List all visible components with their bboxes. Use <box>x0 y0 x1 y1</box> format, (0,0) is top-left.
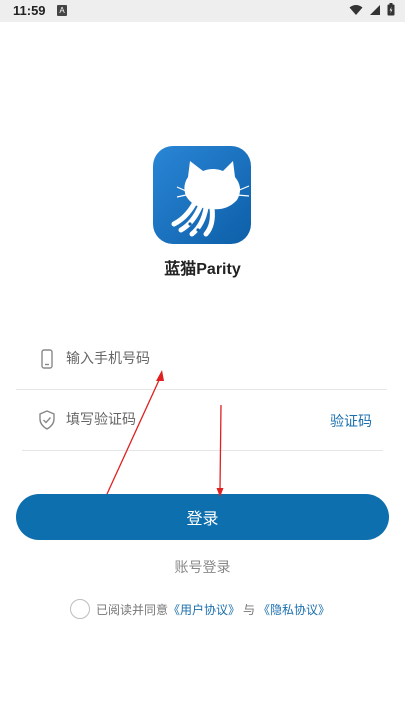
phone-field-row <box>20 339 386 379</box>
wifi-icon <box>349 4 363 15</box>
status-time: 11:59 <box>13 3 46 18</box>
login-label: 登录 <box>186 509 219 528</box>
app-name: 蓝猫Parity <box>164 261 241 278</box>
login-button[interactable]: 登录 <box>16 494 389 540</box>
get-code-button[interactable]: 验证码 <box>330 411 372 431</box>
divider-phone <box>16 389 387 390</box>
account-login-link[interactable]: 账号登录 <box>0 557 405 577</box>
phone-input[interactable] <box>66 345 316 373</box>
notification-icon: A <box>57 5 67 16</box>
privacy-agreement-link[interactable]: 《隐私协议》 <box>258 601 330 618</box>
battery-icon <box>387 3 395 16</box>
agreement-prefix: 已阅读并同意 <box>96 602 169 617</box>
signal-icon <box>370 4 380 15</box>
verification-code-input[interactable] <box>66 406 316 434</box>
shield-check-icon <box>39 410 55 430</box>
divider-code <box>22 450 383 451</box>
status-icons <box>349 3 395 16</box>
cat-logo-icon <box>153 146 251 244</box>
agreement-and: 与 <box>243 602 256 617</box>
user-agreement-link[interactable]: 《用户协议》 <box>168 601 240 618</box>
app-logo <box>153 146 251 244</box>
agreement-row: 已阅读并同意 《用户协议》 与 《隐私协议》 <box>70 599 330 619</box>
status-bar: 11:59 A <box>0 0 405 22</box>
agree-checkbox[interactable] <box>70 599 90 619</box>
phone-icon <box>41 349 53 369</box>
code-field-row: 验证码 <box>20 400 386 440</box>
